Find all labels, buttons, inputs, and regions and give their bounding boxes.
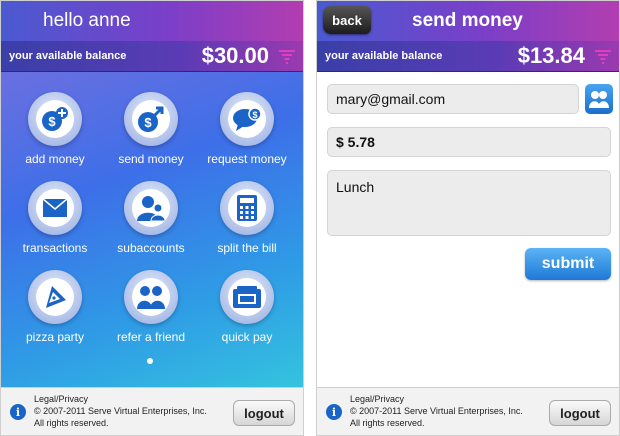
grid-item-refer-a-friend[interactable]: refer a friend [103,270,199,356]
split-the-bill-icon-circle [220,181,274,235]
grid-item-pizza-party[interactable]: pizza party [7,270,103,356]
send-money-icon-circle: $ [124,92,178,146]
memo-field[interactable]: Lunch [327,170,611,236]
add-money-icon-circle: $ [28,92,82,146]
svg-text:$: $ [144,115,152,130]
grid-label: subaccounts [117,241,185,255]
footer-text: Legal/Privacy © 2007-2011 Serve Virtual … [350,393,523,429]
grid-item-send-money[interactable]: $ send money [103,92,199,178]
grid-item-split-the-bill[interactable]: split the bill [199,181,295,267]
send-money-icon: $ [138,106,164,132]
subaccounts-icon-circle [124,181,178,235]
amount-field[interactable]: $ 5.78 [327,127,611,157]
envelope-icon [42,198,68,217]
logout-button[interactable]: logout [549,400,611,426]
subaccounts-icon-inner [132,189,170,227]
copyright-text: © 2007-2011 Serve Virtual Enterprises, I… [350,406,523,416]
grid-label: pizza party [25,330,85,344]
send-form: mary@gmail.com $ 5.78 Lunch submit [317,72,619,387]
grid-item-add-money[interactable]: $ add money [7,92,103,178]
svg-text:$: $ [48,114,56,129]
grid-label: request money [207,152,287,166]
page-indicator-dot[interactable] [147,358,153,364]
back-button[interactable]: back [323,6,371,34]
contacts-button[interactable] [585,84,613,114]
send-title: send money [412,10,523,31]
quick-pay-icon-circle [220,270,274,324]
grid-label: send money [118,152,184,166]
grid-item-transactions[interactable]: transactions [7,181,103,267]
refer-a-friend-icon-circle [124,270,178,324]
legal-privacy-link[interactable]: Legal/Privacy [34,393,207,405]
logout-button[interactable]: logout [233,400,295,426]
balance-amount: $30.00 [201,43,269,68]
filter-icon[interactable] [595,50,611,64]
submit-button[interactable]: submit [525,248,611,280]
grid-item-subaccounts[interactable]: subaccounts [103,181,199,267]
add-money-icon-inner: $ [36,100,74,138]
request-money-icon-inner: $ [228,100,266,138]
grid-label: quick pay [221,330,273,344]
grid-label: add money [25,152,85,166]
svg-text:$: $ [252,110,257,120]
grid-label: split the bill [217,241,277,255]
split-the-bill-icon-inner [228,189,266,227]
rights-text: All rights reserved. [350,418,425,428]
grid-label: transactions [22,241,88,255]
footer: i Legal/Privacy © 2007-2011 Serve Virtua… [317,387,619,435]
calculator-icon [237,195,257,221]
balance-label: your available balance [325,50,443,62]
contacts-icon [589,91,609,108]
balance-amount: $13.84 [517,43,585,68]
wallet-icon [233,286,261,308]
refer-a-friend-icon-inner [132,278,170,316]
balance-label: your available balance [9,50,127,62]
footer: i Legal/Privacy © 2007-2011 Serve Virtua… [1,387,303,435]
recipient-email-field[interactable]: mary@gmail.com [327,84,579,114]
send-header: back send money [317,1,619,41]
people-icon [137,196,165,221]
add-money-icon: $ [42,107,68,131]
footer-text: Legal/Privacy © 2007-2011 Serve Virtual … [34,393,207,429]
transactions-icon-circle [28,181,82,235]
rights-text: All rights reserved. [34,418,109,428]
legal-privacy-link[interactable]: Legal/Privacy [350,393,523,405]
friends-icon [137,286,165,309]
home-header: hello anne [1,1,303,41]
pizza-party-icon-inner [36,278,74,316]
grid-item-quick-pay[interactable]: quick pay [199,270,295,356]
info-icon[interactable]: i [326,404,342,420]
home-title: hello anne [43,10,131,31]
menu-grid: $ add money $ send money $ request money… [1,72,303,387]
grid-label: refer a friend [116,330,186,344]
send-money-screen: back send money your available balance $… [316,0,620,436]
balance-bar: your available balance $13.84 [317,41,619,72]
pizza-icon [46,286,66,308]
send-money-icon-inner: $ [132,100,170,138]
balance-bar: your available balance $30.00 [1,41,303,72]
grid-item-request-money[interactable]: $ request money [199,92,295,178]
home-screen: hello anne your available balance $30.00… [0,0,304,436]
info-icon[interactable]: i [10,404,26,420]
request-money-icon-circle: $ [220,92,274,146]
copyright-text: © 2007-2011 Serve Virtual Enterprises, I… [34,406,207,416]
quick-pay-icon-inner [228,278,266,316]
request-money-icon: $ [233,107,262,131]
filter-icon[interactable] [279,50,295,64]
transactions-icon-inner [36,189,74,227]
pizza-party-icon-circle [28,270,82,324]
